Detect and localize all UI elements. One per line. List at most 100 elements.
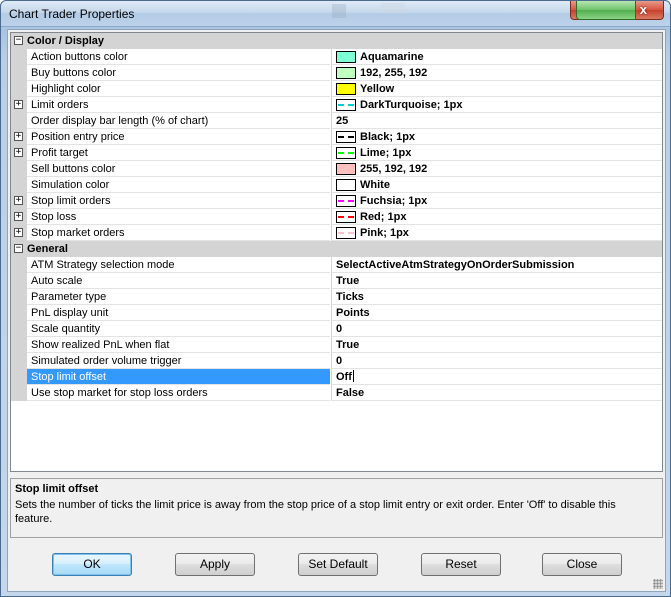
property-value[interactable]: Pink; 1px <box>331 225 662 241</box>
category-row[interactable]: General − <box>11 241 662 257</box>
value-text: False <box>336 387 365 399</box>
expand-icon[interactable]: + <box>14 100 23 109</box>
close-button[interactable]: Close <box>542 553 622 576</box>
property-value[interactable]: 25 <box>331 113 662 129</box>
property-value[interactable]: White <box>331 177 662 193</box>
property-value[interactable]: 192, 255, 192 <box>331 65 662 81</box>
property-value[interactable]: Red; 1px <box>331 209 662 225</box>
window-caption-button[interactable] <box>576 1 636 20</box>
property-name: Profit target <box>27 145 330 161</box>
property-row[interactable]: Order display bar length (% of chart) 25 <box>11 113 662 129</box>
line-style-icon <box>336 131 356 143</box>
row-margin <box>11 369 27 385</box>
value-text: True <box>336 339 360 351</box>
apply-button[interactable]: Apply <box>175 553 255 576</box>
property-value[interactable]: 0 <box>331 321 662 337</box>
description-panel: Stop limit offset Sets the number of tic… <box>10 478 663 538</box>
property-value[interactable]: Black; 1px <box>331 129 662 145</box>
expand-icon[interactable]: + <box>14 132 23 141</box>
property-name: Sell buttons color <box>27 161 330 177</box>
property-value[interactable]: Ticks <box>331 289 662 305</box>
property-row[interactable]: Scale quantity 0 <box>11 321 662 337</box>
property-row[interactable]: Action buttons color Aquamarine <box>11 49 662 65</box>
property-row[interactable]: + Stop loss Red; 1px <box>11 209 662 225</box>
value-text: 0 <box>336 323 343 335</box>
close-icon: x <box>639 2 647 17</box>
expand-icon[interactable]: + <box>14 228 23 237</box>
property-name: ATM Strategy selection mode <box>27 257 330 273</box>
titlebar-background-shape <box>381 3 405 13</box>
value-input[interactable]: Off <box>336 371 352 383</box>
reset-button[interactable]: Reset <box>421 553 501 576</box>
property-name: Order display bar length (% of chart) <box>27 113 330 129</box>
property-row[interactable]: + Profit target Lime; 1px <box>11 145 662 161</box>
property-value[interactable]: Yellow <box>331 81 662 97</box>
property-name: Action buttons color <box>27 49 330 65</box>
expand-icon[interactable]: + <box>14 196 23 205</box>
line-style-icon <box>336 211 356 223</box>
property-value[interactable]: SelectActiveAtmStrategyOnOrderSubmission <box>331 257 662 273</box>
row-margin: + <box>11 225 27 241</box>
property-row[interactable]: + Stop limit orders Fuchsia; 1px <box>11 193 662 209</box>
property-row[interactable]: + Position entry price Black; 1px <box>11 129 662 145</box>
property-value[interactable]: False <box>331 385 662 401</box>
property-row[interactable]: Sell buttons color 255, 192, 192 <box>11 161 662 177</box>
property-row[interactable]: Auto scale True <box>11 273 662 289</box>
dashed-line-icon <box>338 232 354 234</box>
dashed-line-icon <box>338 152 354 154</box>
property-row[interactable]: Parameter type Ticks <box>11 289 662 305</box>
expand-icon[interactable]: + <box>14 148 23 157</box>
property-row[interactable]: Highlight color Yellow <box>11 81 662 97</box>
property-row[interactable]: Simulation color White <box>11 177 662 193</box>
row-margin <box>11 177 27 193</box>
value-text: 192, 255, 192 <box>360 67 428 79</box>
dashed-line-icon <box>338 216 354 218</box>
property-row[interactable]: + Stop market orders Pink; 1px <box>11 225 662 241</box>
property-row[interactable]: + Limit orders DarkTurquoise; 1px <box>11 97 662 113</box>
resize-grip-icon[interactable] <box>653 579 663 589</box>
property-value[interactable]: Points <box>331 305 662 321</box>
property-value[interactable]: True <box>331 273 662 289</box>
set-default-button[interactable]: Set Default <box>298 553 378 576</box>
property-row[interactable]: Stop limit offset Off <box>11 369 662 385</box>
collapse-icon[interactable]: − <box>14 36 23 45</box>
property-row[interactable]: PnL display unit Points <box>11 305 662 321</box>
value-text: 0 <box>336 355 343 367</box>
property-value[interactable]: DarkTurquoise; 1px <box>331 97 662 113</box>
property-value[interactable]: Off <box>331 369 662 385</box>
property-name: Show realized PnL when flat <box>27 337 330 353</box>
property-value[interactable]: 255, 192, 192 <box>331 161 662 177</box>
dialog-window: Chart Trader Properties x Color / Displa… <box>0 0 671 597</box>
value-text: True <box>336 275 360 287</box>
property-row[interactable]: ATM Strategy selection mode SelectActiveA… <box>11 257 662 273</box>
row-margin <box>11 161 27 177</box>
value-text: Black; 1px <box>360 131 416 143</box>
title-bar[interactable]: Chart Trader Properties x <box>1 1 670 27</box>
property-row[interactable]: Buy buttons color 192, 255, 192 <box>11 65 662 81</box>
dashed-line-icon <box>338 104 354 106</box>
property-row[interactable]: Simulated order volume trigger 0 <box>11 353 662 369</box>
row-margin <box>11 321 27 337</box>
property-value[interactable]: Fuchsia; 1px <box>331 193 662 209</box>
property-name: Simulated order volume trigger <box>27 353 330 369</box>
collapse-icon[interactable]: − <box>14 244 23 253</box>
property-name: Use stop market for stop loss orders <box>27 385 330 401</box>
property-name: Stop limit orders <box>27 193 330 209</box>
ok-button[interactable]: OK <box>52 553 132 576</box>
category-row[interactable]: Color / Display − <box>11 33 662 49</box>
property-value[interactable]: True <box>331 337 662 353</box>
expand-icon[interactable]: + <box>14 212 23 221</box>
property-name: Scale quantity <box>27 321 330 337</box>
row-margin: + <box>11 97 27 113</box>
property-value[interactable]: Lime; 1px <box>331 145 662 161</box>
text-cursor <box>352 370 354 382</box>
color-swatch-icon <box>336 179 356 191</box>
line-style-icon <box>336 99 356 111</box>
property-row[interactable]: Use stop market for stop loss orders Fals… <box>11 385 662 401</box>
property-value[interactable]: Aquamarine <box>331 49 662 65</box>
property-grid[interactable]: Color / Display − Action buttons color Aqua… <box>10 32 663 472</box>
property-name: Limit orders <box>27 97 330 113</box>
property-row[interactable]: Show realized PnL when flat True <box>11 337 662 353</box>
row-margin <box>11 257 27 273</box>
property-value[interactable]: 0 <box>331 353 662 369</box>
